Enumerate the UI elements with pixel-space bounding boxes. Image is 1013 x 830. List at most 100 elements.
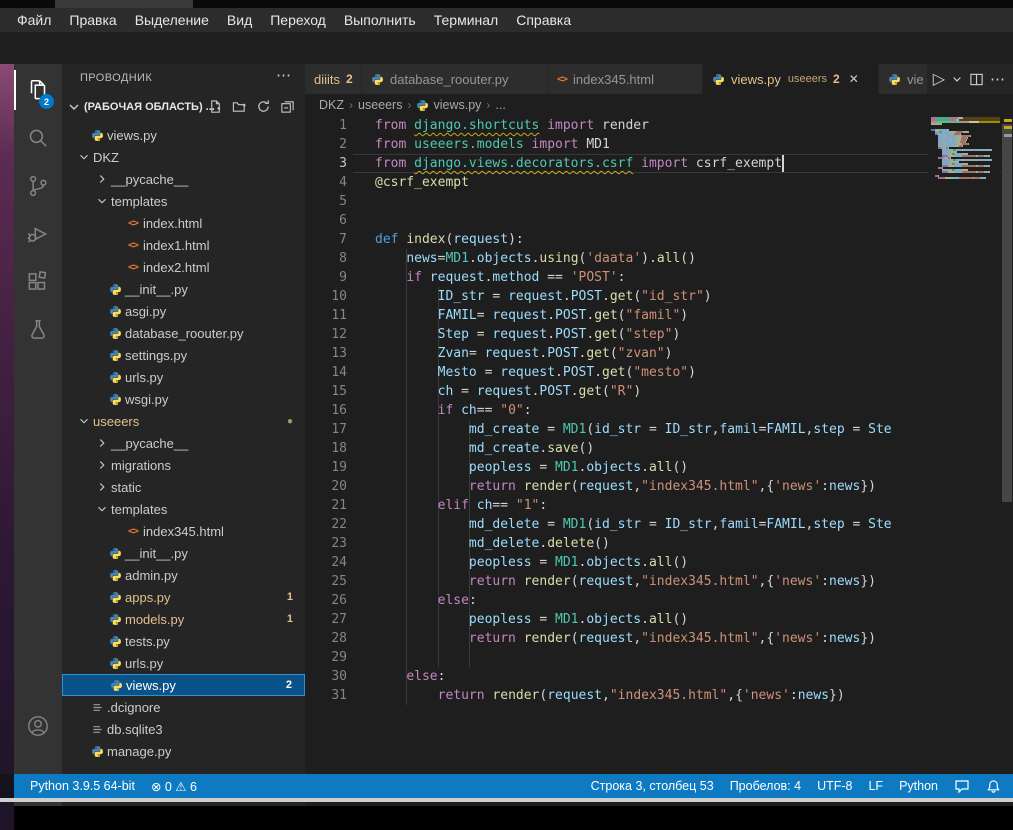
tree-file-views.py[interactable]: views.py2 <box>62 674 305 696</box>
split-editor-icon[interactable] <box>969 72 984 87</box>
menu-item-переход[interactable]: Переход <box>261 8 335 32</box>
tree-file-db.sqlite3[interactable]: db.sqlite3 <box>62 718 305 740</box>
sidebar-more-actions-icon[interactable]: ⋯ <box>276 66 291 84</box>
status-right: Строка 3, столбец 53 Пробелов: 4 UTF-8 LF Py… <box>591 778 1013 794</box>
code-line-10: ID_str = request.POST.get("id_str") <box>375 287 1013 306</box>
testing-icon[interactable] <box>14 308 62 352</box>
tree-file-settings.py[interactable]: settings.py <box>62 344 305 366</box>
collapse-all-icon[interactable] <box>280 99 295 114</box>
menu-item-выделение[interactable]: Выделение <box>126 8 218 32</box>
tree-file-urls.py[interactable]: urls.py <box>62 652 305 674</box>
line-number: 10 <box>305 287 347 306</box>
tree-folder-DKZ[interactable]: DKZ <box>62 146 305 168</box>
minimap[interactable] <box>928 117 1000 179</box>
overview-cursor-mark <box>1004 134 1012 137</box>
vertical-scrollbar[interactable] <box>1002 124 1012 502</box>
extensions-icon[interactable] <box>14 260 62 304</box>
run-and-debug-icon[interactable] <box>14 212 62 256</box>
status-eol[interactable]: LF <box>868 779 883 793</box>
explorer-icon[interactable]: 2 <box>14 68 62 112</box>
run-dropdown-icon[interactable] <box>951 73 963 85</box>
breadcrumb-item-useeers[interactable]: useeers <box>358 98 402 112</box>
tab-database_roouter.py[interactable]: database_roouter.py <box>362 64 548 94</box>
code-area[interactable]: 1234567891011121314151617181920212223242… <box>305 116 1013 782</box>
tree-folder-static[interactable]: static <box>62 476 305 498</box>
tree-file-urls.py[interactable]: urls.py <box>62 366 305 388</box>
tree-folder-migrations[interactable]: migrations <box>62 454 305 476</box>
tab-badge: 2 <box>346 72 353 86</box>
tab-label: database_roouter.py <box>390 72 509 87</box>
tree-item-label: DKZ <box>93 150 119 165</box>
source-control-icon[interactable] <box>14 164 62 208</box>
tab-views.py[interactable]: views.pyuseeers2✕ <box>703 64 879 94</box>
new-file-icon[interactable] <box>208 99 223 114</box>
search-icon[interactable] <box>14 116 62 160</box>
tree-file-tests.py[interactable]: tests.py <box>62 630 305 652</box>
line-number: 1 <box>305 116 347 135</box>
tree-file-database_roouter.py[interactable]: database_roouter.py <box>62 322 305 344</box>
tree-folder-__pycache__[interactable]: __pycache__ <box>62 168 305 190</box>
menu-item-вид[interactable]: Вид <box>218 8 261 32</box>
code-line-20: return render(request,"index345.html",{'… <box>375 477 1013 496</box>
feedback-icon[interactable] <box>954 778 970 794</box>
tree-file-models.py[interactable]: models.py1 <box>62 608 305 630</box>
run-button[interactable]: ▷ <box>933 69 945 89</box>
refresh-icon[interactable] <box>256 99 271 114</box>
code-line-19: peopless = MD1.objects.all() <box>375 458 1013 477</box>
tab-index345.html[interactable]: <>index345.html <box>548 64 703 94</box>
close-icon[interactable]: ✕ <box>849 72 859 86</box>
tree-file-asgi.py[interactable]: asgi.py <box>62 300 305 322</box>
line-number: 2 <box>305 135 347 154</box>
tree-file-index2.html[interactable]: <>index2.html <box>62 256 305 278</box>
tree-file-views.py[interactable]: views.py <box>62 124 305 146</box>
tree-file-__init__.py[interactable]: __init__.py <box>62 278 305 300</box>
tree-folder-templates[interactable]: templates <box>62 190 305 212</box>
python-icon <box>110 679 123 692</box>
status-indentation[interactable]: Пробелов: 4 <box>730 779 801 793</box>
status-cursor-position[interactable]: Строка 3, столбец 53 <box>591 779 714 793</box>
tree-file-.dcignore[interactable]: .dcignore <box>62 696 305 718</box>
line-number: 8 <box>305 249 347 268</box>
new-folder-icon[interactable] <box>232 99 247 114</box>
tab-diiits[interactable]: diiits2● <box>305 64 362 94</box>
status-problems[interactable]: ⊗ 0 ⚠ 6 <box>151 779 197 794</box>
menu-item-выполнить[interactable]: Выполнить <box>335 8 425 32</box>
account-icon[interactable] <box>14 704 62 748</box>
code-line-29 <box>375 648 1013 667</box>
line-number: 21 <box>305 496 347 515</box>
line-number: 28 <box>305 629 347 648</box>
tree-file-admin.py[interactable]: admin.py <box>62 564 305 586</box>
more-actions-icon[interactable]: ⋯ <box>990 70 1005 88</box>
tree-folder-templates[interactable]: templates <box>62 498 305 520</box>
status-language-mode[interactable]: Python <box>899 779 938 793</box>
tree-file-index345.html[interactable]: <>index345.html <box>62 520 305 542</box>
breadcrumb-item-views.py[interactable]: views.py <box>416 98 481 112</box>
tree-file-wsgi.py[interactable]: wsgi.py <box>62 388 305 410</box>
status-encoding[interactable]: UTF-8 <box>817 779 852 793</box>
workspace-section-header[interactable]: (РАБОЧАЯ ОБЛАСТЬ) ... <box>62 92 305 122</box>
menu-item-файл[interactable]: Файл <box>8 8 60 32</box>
vscode-window: ФайлПравкаВыделениеВидПереходВыполнитьТе… <box>0 0 1013 802</box>
code-line-28: return render(request,"index345.html",{'… <box>375 629 1013 648</box>
breadcrumb-item-DKZ[interactable]: DKZ <box>319 98 344 112</box>
bell-icon[interactable] <box>986 779 1001 794</box>
html-icon: <> <box>128 526 138 537</box>
menu-item-правка[interactable]: Правка <box>60 8 125 32</box>
tree-item-label: index1.html <box>143 238 209 253</box>
tree-file-apps.py[interactable]: apps.py1 <box>62 586 305 608</box>
tree-file-index1.html[interactable]: <>index1.html <box>62 234 305 256</box>
python-icon <box>109 393 122 406</box>
menu-item-терминал[interactable]: Терминал <box>425 8 507 32</box>
tree-folder-useeers[interactable]: useeers● <box>62 410 305 432</box>
tree-file-index.html[interactable]: <>index.html <box>62 212 305 234</box>
tree-folder-__pycache__[interactable]: __pycache__ <box>62 432 305 454</box>
breadcrumb-item-...[interactable]: ... <box>495 98 505 112</box>
tree-file-manage.py[interactable]: manage.py <box>62 740 305 762</box>
menu-item-справка[interactable]: Справка <box>507 8 580 32</box>
activity-bar: 2 <box>14 64 62 806</box>
tree-file-__init__.py[interactable]: __init__.py <box>62 542 305 564</box>
status-bar: Python 3.9.5 64-bit ⊗ 0 ⚠ 6 Строка 3, сто… <box>14 774 1013 798</box>
tree-item-label: migrations <box>111 458 171 473</box>
status-python-interpreter[interactable]: Python 3.9.5 64-bit <box>30 779 135 793</box>
modified-dot: ● <box>287 416 293 427</box>
